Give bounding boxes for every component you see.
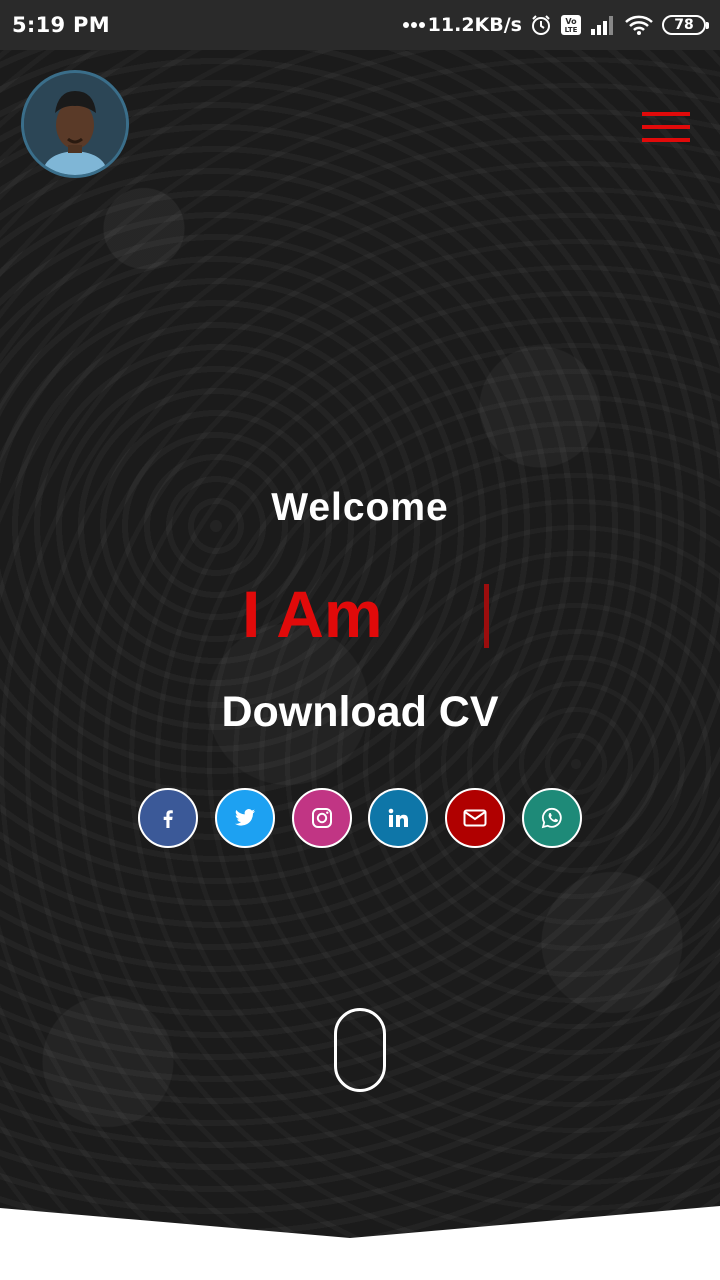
instagram-button[interactable] — [292, 788, 352, 848]
status-bar: 5:19 PM 11.2KB/s Vo LTE 78 — [0, 0, 720, 50]
linkedin-button[interactable] — [368, 788, 428, 848]
welcome-heading: Welcome — [271, 486, 449, 529]
twitter-icon — [234, 809, 256, 826]
whatsapp-button[interactable] — [522, 788, 582, 848]
signal-icon — [590, 15, 616, 35]
alarm-icon — [530, 14, 552, 36]
svg-text:Vo: Vo — [565, 17, 577, 26]
svg-text:LTE: LTE — [565, 26, 578, 34]
battery-icon: 78 — [662, 15, 709, 35]
status-time: 5:19 PM — [12, 13, 110, 37]
email-button[interactable] — [445, 788, 505, 848]
section-divider — [0, 1206, 720, 1280]
network-speed: 11.2KB/s — [427, 14, 522, 36]
typed-text: I Am — [242, 577, 383, 651]
menu-bar-bottom — [642, 138, 690, 142]
menu-bar-top — [642, 112, 690, 116]
instagram-icon — [312, 808, 332, 828]
social-links — [0, 788, 720, 848]
mail-icon — [463, 809, 487, 827]
download-cv-label[interactable]: Download CV — [221, 688, 498, 736]
dots-icon — [402, 21, 426, 29]
hamburger-menu-icon[interactable] — [640, 110, 692, 148]
volte-icon: Vo LTE — [560, 14, 582, 36]
twitter-button[interactable] — [215, 788, 275, 848]
status-icons: 11.2KB/s Vo LTE 78 — [402, 14, 709, 36]
typing-cursor — [484, 584, 489, 648]
battery-level: 78 — [674, 17, 694, 33]
screen: 5:19 PM 11.2KB/s Vo LTE 78 Welcome I Am … — [0, 0, 720, 1280]
linkedin-icon — [388, 808, 408, 827]
avatar[interactable] — [21, 70, 129, 178]
scroll-mouse-icon[interactable] — [334, 1008, 386, 1092]
wifi-icon — [624, 14, 654, 36]
profile-photo-icon — [24, 73, 126, 175]
download-cv-link[interactable]: Download CV — [0, 688, 720, 737]
facebook-button[interactable] — [138, 788, 198, 848]
menu-bar-middle — [642, 125, 690, 129]
facebook-icon — [163, 810, 173, 828]
whatsapp-icon — [541, 807, 562, 829]
typed-line: I Am — [0, 574, 720, 654]
